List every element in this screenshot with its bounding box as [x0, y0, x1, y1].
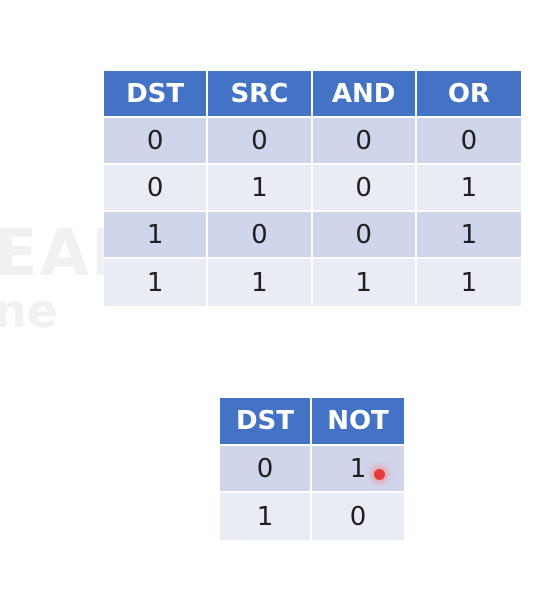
- table-header-row: DST NOT: [220, 398, 404, 446]
- header-and: AND: [312, 71, 417, 118]
- header-dst: DST: [104, 71, 209, 118]
- cell-src: 1: [208, 165, 313, 212]
- header-dst: DST: [220, 398, 312, 446]
- cell-and: 0: [312, 118, 417, 165]
- cell-not: 1: [312, 446, 404, 493]
- cell-dst: 1: [220, 493, 312, 540]
- pointer-cursor-icon: [374, 469, 385, 480]
- table-row: 1 0 0 1: [104, 212, 521, 259]
- header-or: OR: [416, 71, 521, 118]
- header-not: NOT: [312, 398, 404, 446]
- cell-dst: 0: [104, 118, 209, 165]
- cell-or: 1: [416, 259, 521, 306]
- cell-or: 1: [416, 212, 521, 259]
- cell-dst: 1: [104, 212, 209, 259]
- slide-canvas: EAD ne DST SRC AND OR 0 0 0 0 0 1 0 1 1 …: [0, 0, 553, 594]
- cell-src: 0: [208, 118, 313, 165]
- cell-dst: 0: [104, 165, 209, 212]
- table-row: 0 1 0 1: [104, 165, 521, 212]
- cell-not: 0: [312, 493, 404, 540]
- cell-src: 0: [208, 212, 313, 259]
- table-header-row: DST SRC AND OR: [104, 71, 521, 118]
- cell-dst: 0: [220, 446, 312, 493]
- header-src: SRC: [208, 71, 313, 118]
- cell-and: 0: [312, 165, 417, 212]
- cell-and: 0: [312, 212, 417, 259]
- cell-src: 1: [208, 259, 313, 306]
- table-row: 1 0: [220, 493, 404, 540]
- table-row: 0 0 0 0: [104, 118, 521, 165]
- cell-dst: 1: [104, 259, 209, 306]
- cell-or: 1: [416, 165, 521, 212]
- cell-and: 1: [312, 259, 417, 306]
- cell-or: 0: [416, 118, 521, 165]
- table-row: 1 1 1 1: [104, 259, 521, 306]
- and-or-truth-table: DST SRC AND OR 0 0 0 0 0 1 0 1 1 0 0 1 1…: [104, 71, 521, 306]
